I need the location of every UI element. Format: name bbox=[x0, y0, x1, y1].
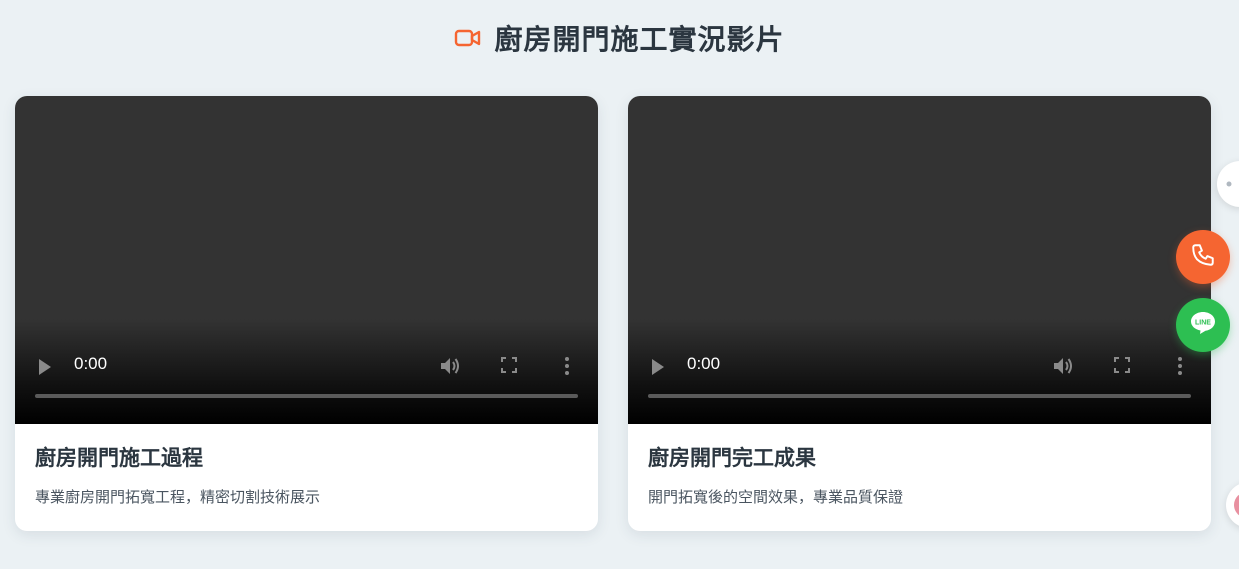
line-chat-button[interactable]: LINE bbox=[1176, 298, 1230, 352]
chat-avatar-icon bbox=[1234, 492, 1239, 518]
fullscreen-icon[interactable] bbox=[1114, 357, 1130, 373]
line-label: LINE bbox=[1195, 320, 1211, 327]
video-title: 廚房開門完工成果 bbox=[648, 446, 816, 470]
fullscreen-icon[interactable] bbox=[501, 357, 517, 373]
video-controls: 0:00 bbox=[628, 348, 1211, 388]
volume-icon[interactable] bbox=[439, 356, 461, 376]
phone-icon bbox=[1190, 242, 1216, 272]
video-progress-bar[interactable] bbox=[648, 394, 1191, 398]
video-camera-icon bbox=[454, 28, 482, 48]
video-player[interactable]: 0:00 bbox=[15, 96, 598, 424]
more-options-icon[interactable] bbox=[1176, 356, 1184, 376]
share-icon bbox=[1223, 175, 1235, 194]
play-icon[interactable] bbox=[37, 358, 53, 376]
video-description: 專業廚房開門拓寬工程，精密切割技術展示 bbox=[35, 488, 321, 506]
video-progress-bar[interactable] bbox=[35, 394, 578, 398]
section-title: 廚房開門施工實況影片 bbox=[494, 23, 785, 56]
video-controls: 0:00 bbox=[15, 348, 598, 388]
play-icon[interactable] bbox=[650, 358, 666, 376]
video-description: 開門拓寬後的空間效果，專業品質保證 bbox=[648, 488, 904, 506]
phone-call-button[interactable] bbox=[1176, 230, 1230, 284]
line-icon: LINE bbox=[1189, 310, 1217, 340]
card-body: 廚房開門施工過程 專業廚房開門拓寬工程，精密切割技術展示 bbox=[15, 424, 598, 528]
video-time: 0:00 bbox=[687, 354, 721, 373]
video-title: 廚房開門施工過程 bbox=[35, 446, 203, 470]
video-time: 0:00 bbox=[74, 354, 108, 373]
chat-widget-button[interactable] bbox=[1226, 482, 1239, 528]
video-player[interactable]: 0:00 bbox=[628, 96, 1211, 424]
video-card: 0:00 bbox=[15, 96, 598, 531]
video-card: 0:00 bbox=[628, 96, 1211, 531]
share-button[interactable] bbox=[1217, 161, 1239, 207]
card-body: 廚房開門完工成果 開門拓寬後的空間效果，專業品質保證 bbox=[628, 424, 1211, 528]
section-heading: 廚房開門施工實況影片 bbox=[0, 18, 1239, 58]
volume-icon[interactable] bbox=[1052, 356, 1074, 376]
page: 廚房開門施工實況影片 0:00 廚房開門施工過程 專業廚房開門拓寬工程，精密切割… bbox=[0, 0, 1239, 569]
more-options-icon[interactable] bbox=[563, 356, 571, 376]
